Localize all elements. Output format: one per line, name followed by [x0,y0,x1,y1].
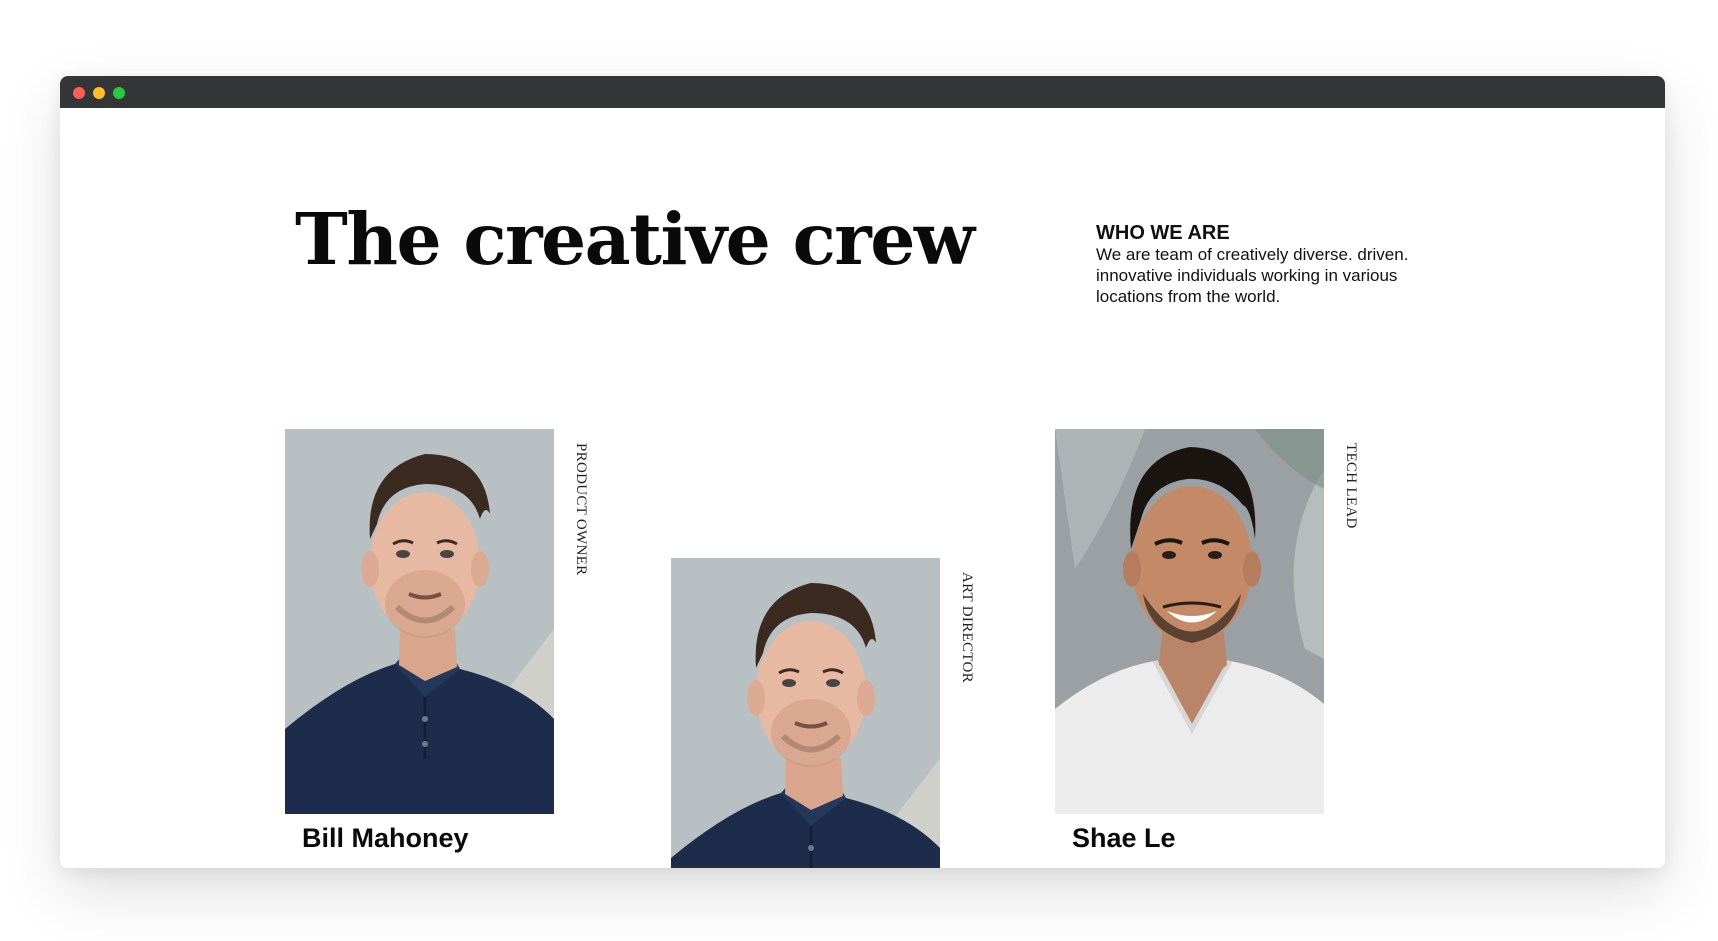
window-titlebar [60,76,1665,108]
team-member-name: Shae Le [1072,823,1176,853]
page-title: The creative crew [295,197,975,281]
team-member-role: PRODUCT OWNER [573,443,589,576]
team-member-role: ART DIRECTOR [959,572,975,683]
portrait-photo [285,429,554,814]
page-content: The creative crew WHO WE ARE We are team… [60,108,1665,868]
about-heading: WHO WE ARE [1096,222,1230,244]
maximize-window-button[interactable] [113,87,125,99]
portrait-photo [671,558,940,868]
about-section: WHO WE ARE We are team of creatively div… [1096,222,1456,307]
portrait-man-navy-polo-icon [285,429,554,814]
team-member-role: TECH LEAD [1343,443,1359,529]
about-text: We are team of creatively diverse. drive… [1096,245,1409,306]
portrait-man-white-tshirt-icon [1055,429,1324,814]
close-window-button[interactable] [73,87,85,99]
portrait-man-navy-polo-icon [671,558,940,868]
minimize-window-button[interactable] [93,87,105,99]
portrait-photo [1055,429,1324,814]
browser-window: The creative crew WHO WE ARE We are team… [60,76,1665,868]
team-member-name: Bill Mahoney [302,823,469,853]
